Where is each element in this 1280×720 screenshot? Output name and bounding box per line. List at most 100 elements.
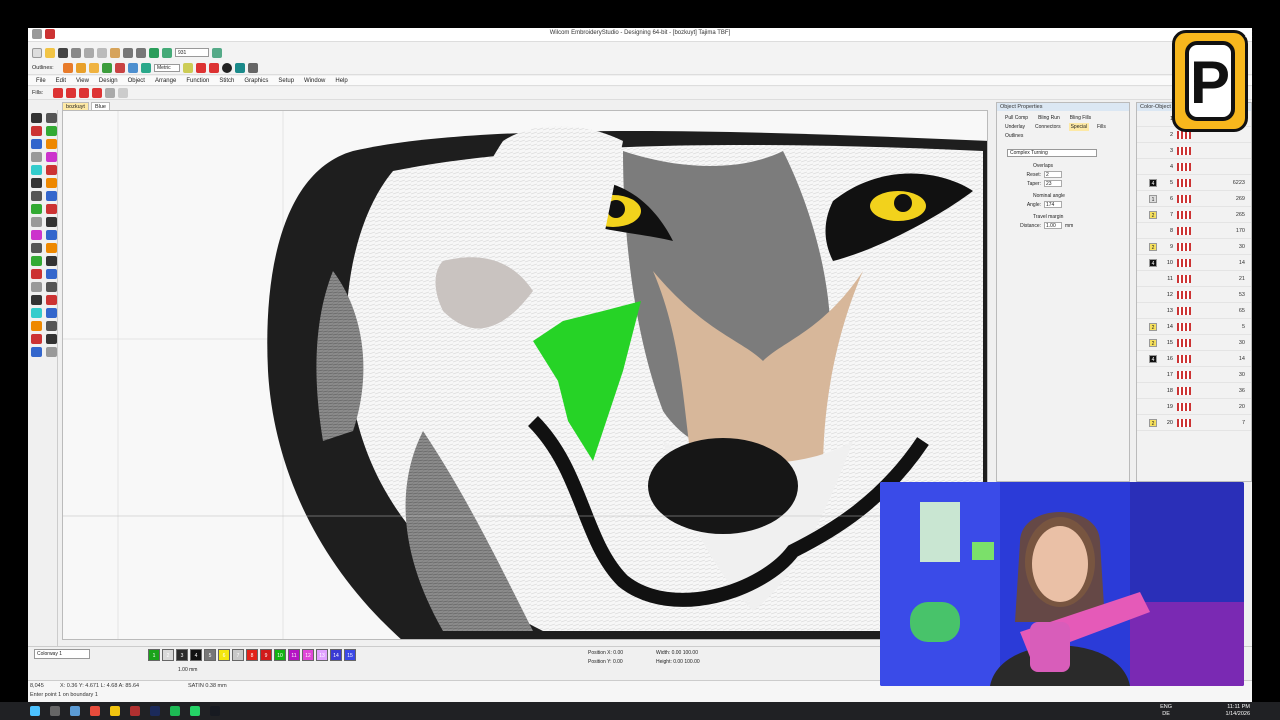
tool-29-icon[interactable] xyxy=(31,295,42,305)
tool-21-icon[interactable] xyxy=(31,243,42,253)
tool-28-icon[interactable] xyxy=(46,282,57,292)
taskbar-clock[interactable]: 11:11 PM 1/14/2026 xyxy=(1226,704,1250,718)
tool-32-icon[interactable] xyxy=(46,308,57,318)
tool-37-icon[interactable] xyxy=(31,347,42,357)
tool-14-icon[interactable] xyxy=(46,191,57,201)
tool-2-icon[interactable] xyxy=(46,113,57,123)
tab-bling-run[interactable]: Bling Run xyxy=(1036,114,1062,122)
distance-field[interactable]: 1.00 xyxy=(1044,222,1062,229)
grid-icon[interactable] xyxy=(212,47,222,58)
color-swatch-8[interactable]: 8 xyxy=(246,649,258,661)
tool-1-icon[interactable] xyxy=(31,113,42,123)
tool-8-icon[interactable] xyxy=(46,152,57,162)
color-swatch-1[interactable]: 1 xyxy=(148,649,160,661)
color-object-row[interactable]: 2 9 30 xyxy=(1137,239,1251,255)
close-icon[interactable]: ✕ xyxy=(1244,28,1253,41)
color-swatch-15[interactable]: 15 xyxy=(344,649,356,661)
tool-19-icon[interactable] xyxy=(31,230,42,240)
color-object-row[interactable]: 1 6 269 xyxy=(1137,191,1251,207)
units-select[interactable]: Metric xyxy=(154,63,180,72)
menu-item-design[interactable]: Design xyxy=(99,78,118,84)
tab-underlay[interactable]: Underlay xyxy=(1003,123,1027,131)
language-indicator[interactable]: ENG DE xyxy=(1160,704,1172,718)
fill-pattern-1-icon[interactable] xyxy=(53,88,63,98)
color-object-row[interactable]: 3 xyxy=(1137,143,1251,159)
tool-34-icon[interactable] xyxy=(46,321,57,331)
tool-5-icon[interactable] xyxy=(31,139,42,149)
tool-26-icon[interactable] xyxy=(46,269,57,279)
info-icon[interactable] xyxy=(222,62,232,73)
tool-38-icon[interactable] xyxy=(46,347,57,357)
tool-25-icon[interactable] xyxy=(31,269,42,279)
position-y-field[interactable]: 0.00 xyxy=(613,659,623,665)
color-object-row[interactable]: 2 14 5 xyxy=(1137,319,1251,335)
spotify-icon[interactable] xyxy=(170,706,180,716)
fill-tool-1-icon[interactable] xyxy=(102,62,112,73)
taskview-icon[interactable] xyxy=(50,706,60,716)
tab-fills[interactable]: Fills xyxy=(1095,123,1108,131)
reset-field[interactable]: 2 xyxy=(1044,171,1062,178)
tool-7-icon[interactable] xyxy=(31,152,42,162)
height-field[interactable]: 0.00 xyxy=(673,659,683,665)
tool-9-icon[interactable] xyxy=(31,165,42,175)
stitch-length-field[interactable]: 1.00 xyxy=(178,667,188,673)
align-icon[interactable] xyxy=(235,62,245,73)
color-object-row[interactable]: 11 21 xyxy=(1137,271,1251,287)
height-pct-field[interactable]: 100.00 xyxy=(684,659,699,665)
tool-33-icon[interactable] xyxy=(31,321,42,331)
tool-23-icon[interactable] xyxy=(31,256,42,266)
explorer-icon[interactable] xyxy=(110,706,120,716)
tab-pull-comp[interactable]: Pull Comp xyxy=(1003,114,1030,122)
redo-icon[interactable] xyxy=(136,47,146,58)
tool-22-icon[interactable] xyxy=(46,243,57,253)
tool-31-icon[interactable] xyxy=(31,308,42,318)
copy-icon[interactable] xyxy=(97,47,107,58)
menu-item-stitch[interactable]: Stitch xyxy=(219,78,234,84)
tool-4-icon[interactable] xyxy=(46,126,57,136)
tool-10-icon[interactable] xyxy=(46,165,57,175)
start-icon[interactable] xyxy=(30,706,40,716)
fill-tool-4-icon[interactable] xyxy=(141,62,151,73)
tatami-icon[interactable] xyxy=(209,62,219,73)
colorway-select[interactable]: Colorway 1 xyxy=(34,649,90,659)
browser-icon[interactable] xyxy=(90,706,100,716)
tab-special[interactable]: Special xyxy=(1068,123,1089,131)
color-swatch-14[interactable]: 14 xyxy=(330,649,342,661)
color-swatch-12[interactable]: 12 xyxy=(302,649,314,661)
fill-pattern-5-icon[interactable] xyxy=(105,88,115,98)
color-object-row[interactable]: 17 30 xyxy=(1137,367,1251,383)
color-object-row[interactable]: 8 170 xyxy=(1137,223,1251,239)
zoom-field[interactable]: 931 xyxy=(175,48,209,57)
menu-item-edit[interactable]: Edit xyxy=(56,78,66,84)
tool-30-icon[interactable] xyxy=(46,295,57,305)
menu-item-file[interactable]: File xyxy=(36,78,46,84)
satin-icon[interactable] xyxy=(196,62,206,73)
menu-item-graphics[interactable]: Graphics xyxy=(244,78,268,84)
menu-item-function[interactable]: Function xyxy=(186,78,209,84)
menu-item-setup[interactable]: Setup xyxy=(278,78,294,84)
color-object-row[interactable]: 2 20 7 xyxy=(1137,415,1251,431)
color-swatch-4[interactable]: 4 xyxy=(190,649,202,661)
tool-11-icon[interactable] xyxy=(31,178,42,188)
color-object-row[interactable]: 4 xyxy=(1137,159,1251,175)
paste-icon[interactable] xyxy=(110,47,120,58)
color-object-row[interactable]: 13 65 xyxy=(1137,303,1251,319)
menu-item-window[interactable]: Window xyxy=(304,78,325,84)
color-swatch-11[interactable]: 11 xyxy=(288,649,300,661)
tool-6-icon[interactable] xyxy=(46,139,57,149)
tool-18-icon[interactable] xyxy=(46,217,57,227)
tool-13-icon[interactable] xyxy=(31,191,42,201)
tab-bling-fills[interactable]: Bling Fills xyxy=(1068,114,1093,122)
menu-item-object[interactable]: Object xyxy=(128,78,145,84)
tool-3-icon[interactable] xyxy=(31,126,42,136)
app-icon[interactable] xyxy=(70,706,80,716)
stitch-player-icon[interactable] xyxy=(149,47,159,58)
color-object-row[interactable]: 4 10 14 xyxy=(1137,255,1251,271)
tool-27-icon[interactable] xyxy=(31,282,42,292)
tool-15-icon[interactable] xyxy=(31,204,42,214)
new-icon[interactable] xyxy=(32,47,42,58)
design-canvas[interactable] xyxy=(62,110,988,640)
color-swatch-5[interactable]: 5 xyxy=(204,649,216,661)
color-swatch-3[interactable]: 3 xyxy=(176,649,188,661)
color-swatch-9[interactable]: 9 xyxy=(260,649,272,661)
